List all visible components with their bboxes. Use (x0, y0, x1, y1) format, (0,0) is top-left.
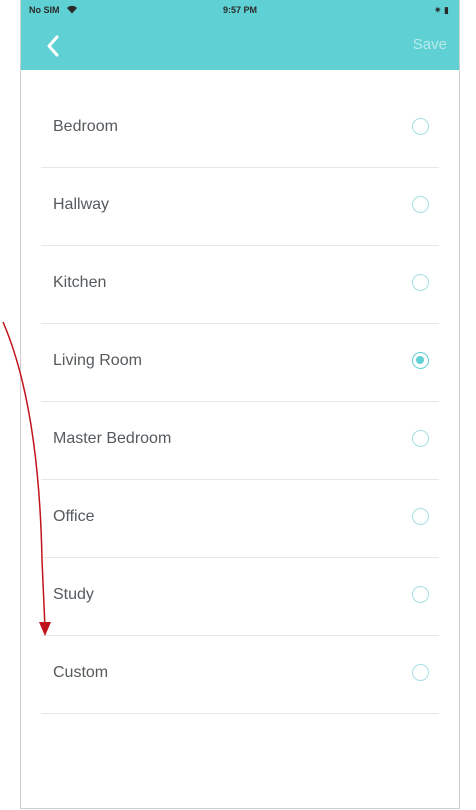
radio-button[interactable] (412, 430, 429, 447)
back-button[interactable] (37, 30, 69, 62)
save-button[interactable]: Save (413, 36, 447, 53)
radio-button[interactable] (412, 508, 429, 525)
room-label: Office (53, 508, 95, 525)
room-label: Master Bedroom (53, 430, 172, 447)
room-item-master-bedroom[interactable]: Master Bedroom (41, 402, 439, 480)
room-label: Custom (53, 664, 109, 681)
room-label: Bedroom (53, 118, 118, 135)
room-label: Living Room (53, 352, 142, 369)
room-list: Bedroom Hallway Kitchen Living Room Mast… (41, 90, 439, 714)
room-label: Kitchen (53, 274, 107, 291)
radio-button[interactable] (412, 118, 429, 135)
status-time: 9:57 PM (222, 5, 257, 15)
room-item-living-room[interactable]: Living Room (41, 324, 439, 402)
chevron-left-icon (47, 35, 59, 57)
room-item-office[interactable]: Office (41, 480, 439, 558)
radio-button[interactable] (412, 664, 429, 681)
radio-button[interactable] (412, 586, 429, 603)
room-item-bedroom[interactable]: Bedroom (41, 90, 439, 168)
room-item-study[interactable]: Study (41, 558, 439, 636)
room-item-hallway[interactable]: Hallway (41, 168, 439, 246)
phone-screen: No SIM 9:57 PM ✷ ▮ Save Bedroom Hallway … (20, 0, 460, 809)
battery-icon: ✷ ▮ (434, 5, 449, 15)
status-bar: No SIM 9:57 PM ✷ ▮ (21, 0, 459, 22)
room-label: Hallway (53, 196, 110, 213)
nav-bar: Save (21, 22, 459, 70)
room-label: Study (53, 586, 94, 603)
radio-button[interactable] (412, 274, 429, 291)
room-item-custom[interactable]: Custom (41, 636, 439, 714)
radio-button[interactable] (412, 196, 429, 213)
radio-button-selected[interactable] (412, 352, 429, 369)
room-item-kitchen[interactable]: Kitchen (41, 246, 439, 324)
